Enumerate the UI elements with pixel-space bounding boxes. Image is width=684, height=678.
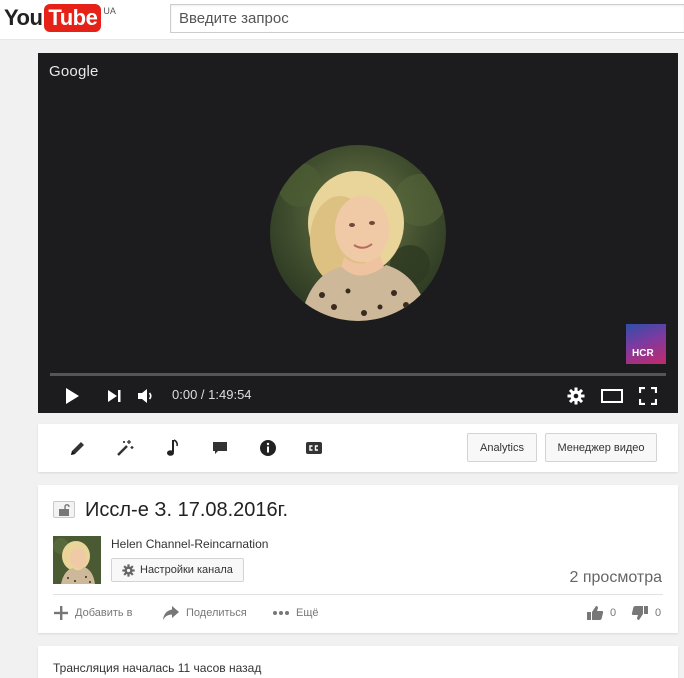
share-label: Поделиться xyxy=(186,607,247,619)
view-count: 2 просмотра xyxy=(569,569,662,586)
next-icon xyxy=(108,389,121,402)
stream-started-text: Трансляция началась 11 часов назад xyxy=(53,661,262,675)
info-cards-button[interactable] xyxy=(256,436,280,460)
search-input[interactable] xyxy=(170,4,684,33)
youtube-logo[interactable]: You Tube UA xyxy=(4,3,116,33)
more-actions-button[interactable]: Ещё xyxy=(272,601,319,625)
annotations-button[interactable] xyxy=(208,436,232,460)
time-current: 0:00 xyxy=(172,387,198,402)
watermark-label: HCR xyxy=(632,348,654,359)
edit-video-button[interactable] xyxy=(66,436,90,460)
actions-divider xyxy=(53,594,663,595)
audio-button[interactable] xyxy=(160,436,184,460)
next-button[interactable] xyxy=(102,378,126,413)
settings-gear-icon xyxy=(122,564,135,577)
share-button[interactable]: Поделиться xyxy=(162,601,247,625)
plus-icon xyxy=(54,606,68,620)
settings-button[interactable] xyxy=(564,378,588,413)
masthead: You Tube UA xyxy=(0,0,684,40)
more-label: Ещё xyxy=(296,607,319,619)
like-button[interactable]: 0 xyxy=(586,601,616,625)
channel-name-link[interactable]: Helen Channel-Reincarnation xyxy=(111,537,268,551)
volume-button[interactable] xyxy=(134,378,158,413)
speech-bubble-icon xyxy=(213,442,227,454)
magic-wand-icon xyxy=(117,440,134,456)
progress-bar[interactable] xyxy=(50,373,666,376)
channel-owner-avatar[interactable] xyxy=(53,536,101,584)
channel-settings-button[interactable]: Настройки канала xyxy=(111,558,244,582)
add-to-button[interactable]: Добавить в xyxy=(53,601,133,625)
fullscreen-button[interactable] xyxy=(636,378,660,413)
thumbs-down-icon xyxy=(631,606,648,620)
analytics-button[interactable]: Analytics xyxy=(467,433,537,462)
channel-watermark[interactable]: HCR xyxy=(626,324,666,364)
channel-avatar-image xyxy=(270,145,446,321)
thumbs-up-icon xyxy=(587,606,604,620)
logo-tube-text: Tube xyxy=(44,4,102,32)
theater-mode-button[interactable] xyxy=(599,378,625,413)
creator-toolbar: Analytics Менеджер видео xyxy=(38,424,678,472)
more-dots-icon xyxy=(273,611,289,615)
gear-icon xyxy=(567,387,585,404)
music-note-icon xyxy=(167,439,178,456)
add-to-label: Добавить в xyxy=(75,607,133,619)
video-info-panel: Иссл-е З. 17.08.2016г. Helen Channel-Rei… xyxy=(38,485,678,633)
unlocked-icon xyxy=(59,503,70,516)
video-manager-button[interactable]: Менеджер видео xyxy=(545,433,657,462)
privacy-lock-badge xyxy=(53,501,75,518)
channel-settings-label: Настройки канала xyxy=(140,564,233,576)
pencil-icon xyxy=(71,442,84,455)
logo-you-text: You xyxy=(4,5,43,30)
enhancements-button[interactable] xyxy=(113,436,137,460)
video-title: Иссл-е З. 17.08.2016г. xyxy=(85,499,289,521)
play-icon xyxy=(66,387,79,404)
play-button[interactable] xyxy=(60,378,84,413)
player-brand-label: Google xyxy=(49,63,99,80)
time-display: 0:00 / 1:49:54 xyxy=(172,387,252,402)
share-arrow-icon xyxy=(163,606,179,620)
video-player[interactable]: Google HCR 0:00 / 1:49:54 xyxy=(38,53,678,413)
volume-icon xyxy=(138,388,152,403)
subtitles-button[interactable] xyxy=(302,436,326,460)
info-icon xyxy=(260,440,276,456)
player-controls: 0:00 / 1:49:54 xyxy=(38,378,678,413)
time-total: 1:49:54 xyxy=(208,387,252,402)
theater-mode-icon xyxy=(601,388,623,403)
video-description: Трансляция началась 11 часов назад xyxy=(38,646,678,678)
time-separator: / xyxy=(197,387,209,402)
closed-captions-icon xyxy=(306,442,322,454)
dislike-button[interactable]: 0 xyxy=(631,601,661,625)
fullscreen-icon xyxy=(639,386,657,405)
logo-region-code: UA xyxy=(103,6,116,16)
like-count: 0 xyxy=(610,607,617,619)
dislike-count: 0 xyxy=(655,607,662,619)
